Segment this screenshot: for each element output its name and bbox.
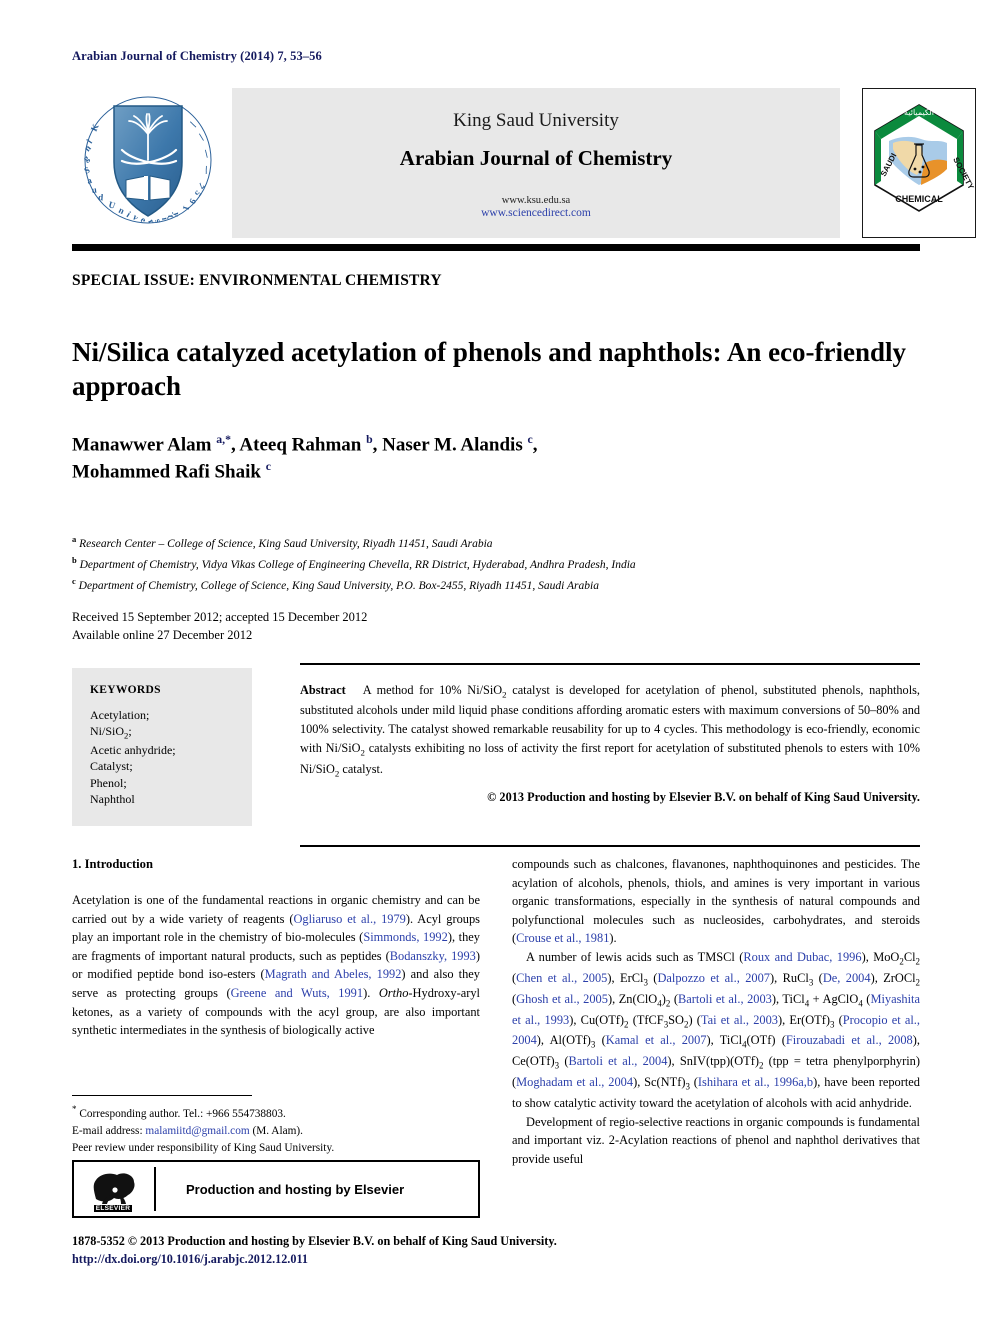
elsevier-production-banner: ELSEVIER Production and hosting by Elsev… bbox=[72, 1160, 480, 1218]
svg-text:ـــ: ـــ bbox=[203, 165, 213, 175]
affiliation-marker: b bbox=[72, 554, 77, 565]
email-note[interactable]: E-mail address: malamiitd@gmail.com (M. … bbox=[72, 1123, 480, 1140]
paragraph: Acetylation is one of the fundamental re… bbox=[72, 892, 481, 1038]
body-column-left: 1. Introduction Acetylation is one of th… bbox=[72, 855, 480, 1040]
svg-text:U: U bbox=[107, 199, 116, 211]
paragraph: compounds such as chalcones, flavanones,… bbox=[512, 857, 920, 946]
keywords-heading: KEYWORDS bbox=[90, 684, 161, 696]
paragraph: A number of lewis acids such as TMSCl (R… bbox=[512, 950, 920, 1110]
keywords-box: KEYWORDS Acetylation; Ni/SiO2; Acetic an… bbox=[72, 668, 252, 826]
affiliation-text: Research Center – College of Science, Ki… bbox=[79, 537, 493, 550]
abstract-section: Abstract A method for 10% Ni/SiO2 cataly… bbox=[300, 663, 920, 805]
keyword-item: Acetylation; bbox=[90, 708, 150, 722]
affiliation-list: a Research Center – College of Science, … bbox=[72, 533, 924, 595]
svg-text:ـــ: ـــ bbox=[196, 129, 209, 142]
author-list: Manawwer Alam a,*, Ateeq Rahman b, Naser… bbox=[72, 433, 538, 483]
svg-text:g: g bbox=[81, 153, 91, 164]
ksu-website-url[interactable]: www.ksu.edu.sa bbox=[232, 195, 840, 206]
elsevier-wordmark: ELSEVIER bbox=[93, 1205, 133, 1212]
abstract-text: A method for 10% Ni/SiO2 catalyst is dev… bbox=[300, 682, 920, 779]
svg-text:n: n bbox=[117, 205, 126, 216]
affiliation-item: b Department of Chemistry, Vidya Vikas C… bbox=[72, 554, 924, 575]
svg-text:K: K bbox=[89, 122, 101, 132]
keyword-item: Acetic anhydride; bbox=[90, 743, 176, 758]
affiliation-marker: c bbox=[72, 575, 76, 586]
corresponding-author-note: * Corresponding author. Tel.: +966 55473… bbox=[72, 1104, 286, 1120]
abstract-copyright: © 2013 Production and hosting by Elsevie… bbox=[487, 789, 920, 804]
elsevier-divider bbox=[154, 1167, 156, 1211]
doi-link[interactable]: http://dx.doi.org/10.1016/j.arabjc.2012.… bbox=[72, 1251, 692, 1269]
king-saud-university-logo-icon: K i n g S a u d U n i v e r s i t y 1 9 … bbox=[72, 88, 224, 238]
page-title: Ni/Silica catalyzed acetylation of pheno… bbox=[72, 337, 907, 401]
elsevier-tree-logo-icon: ELSEVIER bbox=[82, 1166, 144, 1212]
affiliation-marker: a bbox=[72, 534, 77, 544]
svg-text:1: 1 bbox=[181, 204, 192, 212]
keyword-item: Phenol; bbox=[90, 775, 127, 790]
affiliation-item: a Research Center – College of Science, … bbox=[72, 533, 924, 554]
publisher-university-name: King Saud University bbox=[453, 110, 619, 131]
svg-text:S: S bbox=[82, 165, 91, 176]
keywords-list: Acetylation; Ni/SiO2; Acetic anhydride; … bbox=[90, 707, 252, 807]
abstract-body: Abstract A method for 10% Ni/SiO2 cataly… bbox=[300, 681, 920, 781]
running-head: Arabian Journal of Chemistry (2014) 7, 5… bbox=[72, 49, 322, 63]
colophon-block: 1878-5352 © 2013 Production and hosting … bbox=[72, 1233, 692, 1268]
body-column-right: compounds such as chalcones, flavanones,… bbox=[512, 855, 920, 1168]
journal-name: Arabian Journal of Chemistry bbox=[399, 146, 673, 170]
available-online-line: Available online 27 December 2012 bbox=[72, 628, 253, 643]
svg-text:u: u bbox=[91, 185, 97, 195]
section-heading-introduction: 1. Introduction bbox=[72, 857, 153, 871]
abstract-top-rule bbox=[300, 663, 920, 665]
keyword-item: Catalyst; bbox=[90, 759, 133, 774]
keyword-item: Ni/SiO2; bbox=[90, 724, 132, 741]
journal-title-band: King Saud University Arabian Journal of … bbox=[232, 88, 840, 238]
saudi-chemical-society-logo-icon: الكيميائية CHEMICAL SAUDI SOCIETY bbox=[862, 88, 976, 238]
abstract-label: Abstract bbox=[300, 682, 346, 697]
affiliation-item: c Department of Chemistry, College of Sc… bbox=[72, 575, 924, 596]
special-issue-label: SPECIAL ISSUE: ENVIRONMENTAL CHEMISTRY bbox=[72, 272, 442, 289]
footnote-divider-rule bbox=[72, 1095, 252, 1096]
peer-review-note: Peer review under responsibility of King… bbox=[72, 1141, 335, 1154]
svg-text:d: d bbox=[98, 192, 104, 202]
footnote-block: * Corresponding author. Tel.: +966 55473… bbox=[72, 1103, 480, 1157]
svg-text:5: 5 bbox=[192, 189, 203, 199]
article-history: Received 15 September 2012; accepted 15 … bbox=[72, 608, 572, 645]
paragraph: Development of regio-selective reactions… bbox=[512, 1114, 920, 1166]
issn-copyright-line: 1878-5352 © 2013 Production and hosting … bbox=[72, 1234, 557, 1248]
elsevier-banner-text: Production and hosting by Elsevier bbox=[186, 1181, 405, 1197]
abstract-bottom-rule bbox=[300, 845, 920, 847]
article-page: Arabian Journal of Chemistry (2014) 7, 5… bbox=[0, 0, 992, 1323]
affiliation-text: Department of Chemistry, College of Scie… bbox=[78, 579, 599, 592]
svg-text:ـــ: ـــ bbox=[187, 116, 201, 130]
svg-text:الكيميائية: الكيميائية bbox=[904, 108, 934, 117]
svg-text:CHEMICAL: CHEMICAL bbox=[895, 194, 943, 204]
svg-text:ـــ: ـــ bbox=[202, 147, 214, 158]
masthead-divider-rule bbox=[72, 244, 920, 251]
affiliation-text: Department of Chemistry, Vidya Vikas Col… bbox=[79, 558, 636, 571]
journal-masthead: K i n g S a u d U n i v e r s i t y 1 9 … bbox=[72, 88, 976, 238]
sciencedirect-url[interactable]: www.sciencedirect.com bbox=[232, 207, 840, 219]
keyword-item: Naphthol bbox=[90, 791, 135, 806]
received-accepted-line: Received 15 September 2012; accepted 15 … bbox=[72, 610, 368, 624]
